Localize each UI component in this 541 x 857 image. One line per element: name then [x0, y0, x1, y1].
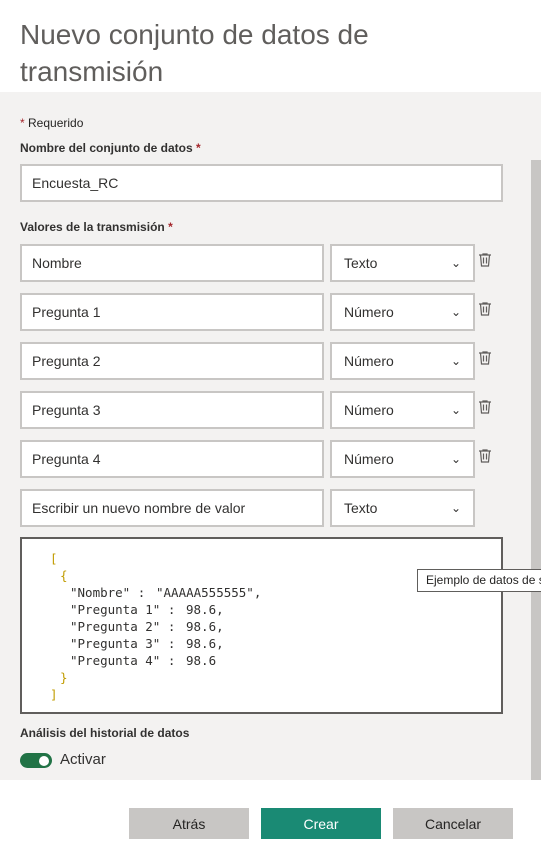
- chevron-down-icon: ⌄: [450, 452, 461, 466]
- json-sample-box: [ { "Nombre" : "AAAAA555555", "Pregunta …: [20, 537, 503, 714]
- json-brace-open: {: [60, 568, 68, 583]
- new-value-type-select[interactable]: Texto ⌄: [330, 489, 475, 527]
- stream-values-label: Valores de la transmisión *: [20, 220, 173, 234]
- json-brace-close: }: [60, 670, 68, 685]
- back-button[interactable]: Atrás: [129, 808, 249, 839]
- json-key: "Nombre" :: [70, 585, 146, 600]
- chevron-down-icon: ⌄: [450, 305, 461, 319]
- history-toggle[interactable]: [20, 753, 52, 768]
- value-type-text: Número: [344, 304, 394, 320]
- value-type-text: Texto: [344, 500, 378, 516]
- dataset-name-label-text: Nombre del conjunto de datos: [20, 141, 193, 155]
- json-bracket-close: ]: [50, 687, 58, 702]
- value-type-text: Número: [344, 451, 394, 467]
- value-name-input[interactable]: Pregunta 3: [20, 391, 324, 429]
- json-key: "Pregunta 2" :: [70, 619, 176, 634]
- trash-icon[interactable]: [477, 399, 493, 415]
- create-button[interactable]: Crear: [261, 808, 381, 839]
- value-type-text: Texto: [344, 255, 378, 271]
- json-value: 98.6,: [186, 619, 224, 634]
- value-name-input[interactable]: Pregunta 1: [20, 293, 324, 331]
- value-type-select[interactable]: Número ⌄: [330, 391, 475, 429]
- history-label: Análisis del historial de datos: [20, 726, 190, 740]
- value-type-select[interactable]: Número ⌄: [330, 440, 475, 478]
- value-name-input[interactable]: Pregunta 4: [20, 440, 324, 478]
- history-toggle-label: Activar: [60, 751, 106, 768]
- json-value: "AAAAA555555",: [156, 585, 262, 600]
- json-value: 98.6,: [186, 636, 224, 651]
- value-name-input[interactable]: Nombre: [20, 244, 324, 282]
- chevron-down-icon: ⌄: [450, 354, 461, 368]
- json-bracket-open: [: [50, 551, 58, 566]
- tooltip: Ejemplo de datos de s: [417, 569, 541, 592]
- value-type-select[interactable]: Número ⌄: [330, 342, 475, 380]
- stream-values-label-text: Valores de la transmisión: [20, 220, 165, 234]
- trash-icon[interactable]: [477, 350, 493, 366]
- trash-icon[interactable]: [477, 252, 493, 268]
- chevron-down-icon: ⌄: [450, 501, 461, 515]
- json-key: "Pregunta 1" :: [70, 602, 176, 617]
- json-key: "Pregunta 3" :: [70, 636, 176, 651]
- required-note: * Requerido: [20, 116, 84, 130]
- value-type-select[interactable]: Texto ⌄: [330, 244, 475, 282]
- value-type-text: Número: [344, 402, 394, 418]
- new-value-name-input[interactable]: Escribir un nuevo nombre de valor: [20, 489, 324, 527]
- value-type-select[interactable]: Número ⌄: [330, 293, 475, 331]
- toggle-knob: [39, 755, 49, 766]
- required-note-text: Requerido: [28, 116, 84, 130]
- trash-icon[interactable]: [477, 448, 493, 464]
- json-value: 98.6: [186, 653, 217, 668]
- json-value: 98.6,: [186, 602, 224, 617]
- dataset-name-label: Nombre del conjunto de datos *: [20, 141, 201, 155]
- trash-icon[interactable]: [477, 301, 493, 317]
- chevron-down-icon: ⌄: [450, 403, 461, 417]
- json-key: "Pregunta 4" :: [70, 653, 176, 668]
- cancel-button[interactable]: Cancelar: [393, 808, 513, 839]
- value-name-input[interactable]: Pregunta 2: [20, 342, 324, 380]
- value-type-text: Número: [344, 353, 394, 369]
- chevron-down-icon: ⌄: [450, 256, 461, 270]
- scrollbar[interactable]: [531, 160, 541, 780]
- dialog-title: Nuevo conjunto de datos de transmisión: [20, 19, 369, 87]
- dataset-name-input[interactable]: Encuesta_RC: [20, 164, 503, 202]
